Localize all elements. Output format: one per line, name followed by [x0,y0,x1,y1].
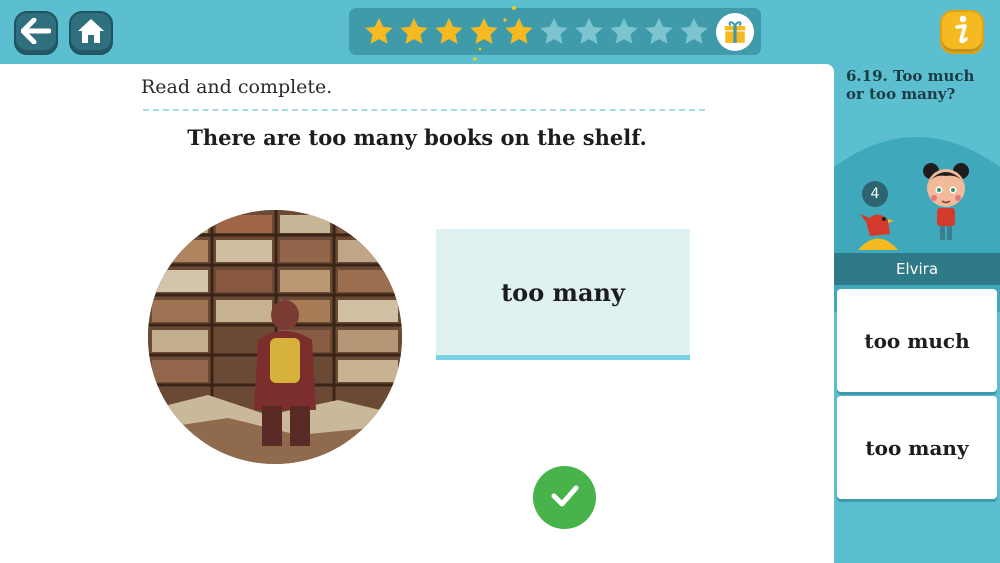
star-empty-icon [641,14,676,49]
top-bar [0,0,1000,128]
gift-icon[interactable] [716,12,754,51]
back-button[interactable] [14,11,58,55]
star-empty-icon [606,14,641,49]
checkmark-icon [550,484,580,512]
star-icon [466,14,501,49]
player-name: Elvira [834,253,1000,285]
star-empty-icon [676,14,711,49]
home-button[interactable] [69,11,113,55]
star-icon [431,14,466,49]
star-icon [361,14,396,49]
exercise-panel: Read and complete. There are too many bo… [0,64,834,563]
instruction-text: Read and complete. [141,76,333,98]
star-icon [501,14,536,49]
info-button[interactable] [940,10,984,54]
lesson-title: 6.19. Too much or too many? [846,67,975,103]
bookshop-photo [148,210,402,464]
option-too-much[interactable]: too much [837,289,997,392]
info-icon [950,14,974,50]
exercise-sentence: There are too many books on the shelf. [187,125,647,150]
option-too-many[interactable]: too many [837,396,997,499]
home-icon [76,17,106,49]
star-empty-icon [571,14,606,49]
divider [143,109,705,111]
star-icon [396,14,431,49]
answer-drop-zone[interactable]: too many [436,229,690,360]
progress-stars [349,8,761,55]
back-arrow-icon [20,17,52,48]
check-button[interactable] [533,466,596,529]
level-badge: 4 [862,181,888,207]
star-empty-icon [536,14,571,49]
